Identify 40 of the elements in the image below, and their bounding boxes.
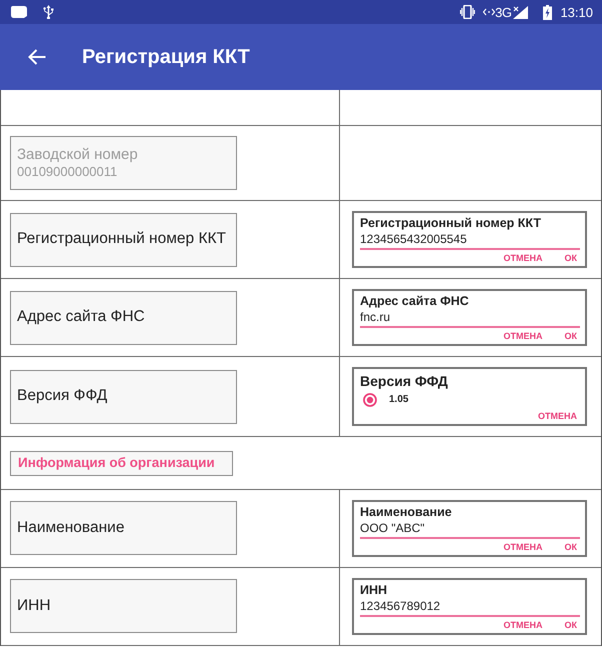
setting-title: Адрес сайта ФНС: [17, 308, 145, 327]
dialog-button[interactable]: ОК: [562, 253, 580, 264]
section-header: Информация об организации: [10, 451, 233, 476]
dialog-title: Адрес сайта ФНС: [360, 294, 470, 309]
dialog-button[interactable]: ОТМЕНА: [500, 620, 546, 631]
clock-time: 13:10: [560, 6, 593, 18]
setting-value: 00109000000011: [17, 164, 118, 180]
setting-title: ИНН: [17, 597, 51, 616]
setting-title: Версия ФФД: [17, 387, 108, 406]
dialog-button[interactable]: ОТМЕНА: [535, 411, 580, 422]
dialog-button[interactable]: ОК: [562, 620, 580, 631]
dialog-title: Версия ФФД: [360, 372, 449, 390]
option-label[interactable]: 1.05: [389, 394, 408, 406]
text-field[interactable]: fnc.ru: [360, 309, 580, 328]
radio-button[interactable]: [363, 393, 377, 407]
signal-icon: [513, 6, 528, 18]
dialog-title: Регистрационный номер ККТ: [360, 216, 542, 231]
setting-item[interactable]: Версия ФФД: [10, 370, 237, 424]
dialog-button[interactable]: ОТМЕНА: [500, 331, 546, 342]
dialog-button[interactable]: ОК: [562, 542, 580, 553]
network-type: 3G: [495, 6, 512, 18]
data-arrows-icon: [483, 8, 496, 16]
message-icon: [11, 6, 27, 18]
setting-title: Заводской номер: [17, 146, 138, 164]
dialog-title: Наименование: [360, 504, 453, 520]
setting-title: Регистрационный номер ККТ: [17, 230, 226, 249]
back-arrow-icon[interactable]: [28, 49, 46, 65]
setting-title: Наименование: [17, 519, 124, 538]
setting-item[interactable]: Наименование: [10, 501, 237, 556]
setting-item[interactable]: Регистрационный номер ККТ: [10, 212, 237, 266]
vibrate-icon: [460, 5, 476, 19]
dialog-title: ИНН: [360, 582, 388, 598]
dialog-button[interactable]: ОТМЕНА: [500, 253, 546, 264]
battery-charging-icon: [543, 4, 552, 20]
setting-item[interactable]: Адрес сайта ФНС: [10, 290, 237, 344]
screen-title: Регистрация ККТ: [82, 47, 250, 67]
dialog-button[interactable]: ОК: [562, 331, 580, 342]
usb-icon: [43, 5, 54, 19]
dialog-button[interactable]: ОТМЕНА: [500, 542, 546, 553]
setting-item[interactable]: ИНН: [10, 579, 237, 634]
